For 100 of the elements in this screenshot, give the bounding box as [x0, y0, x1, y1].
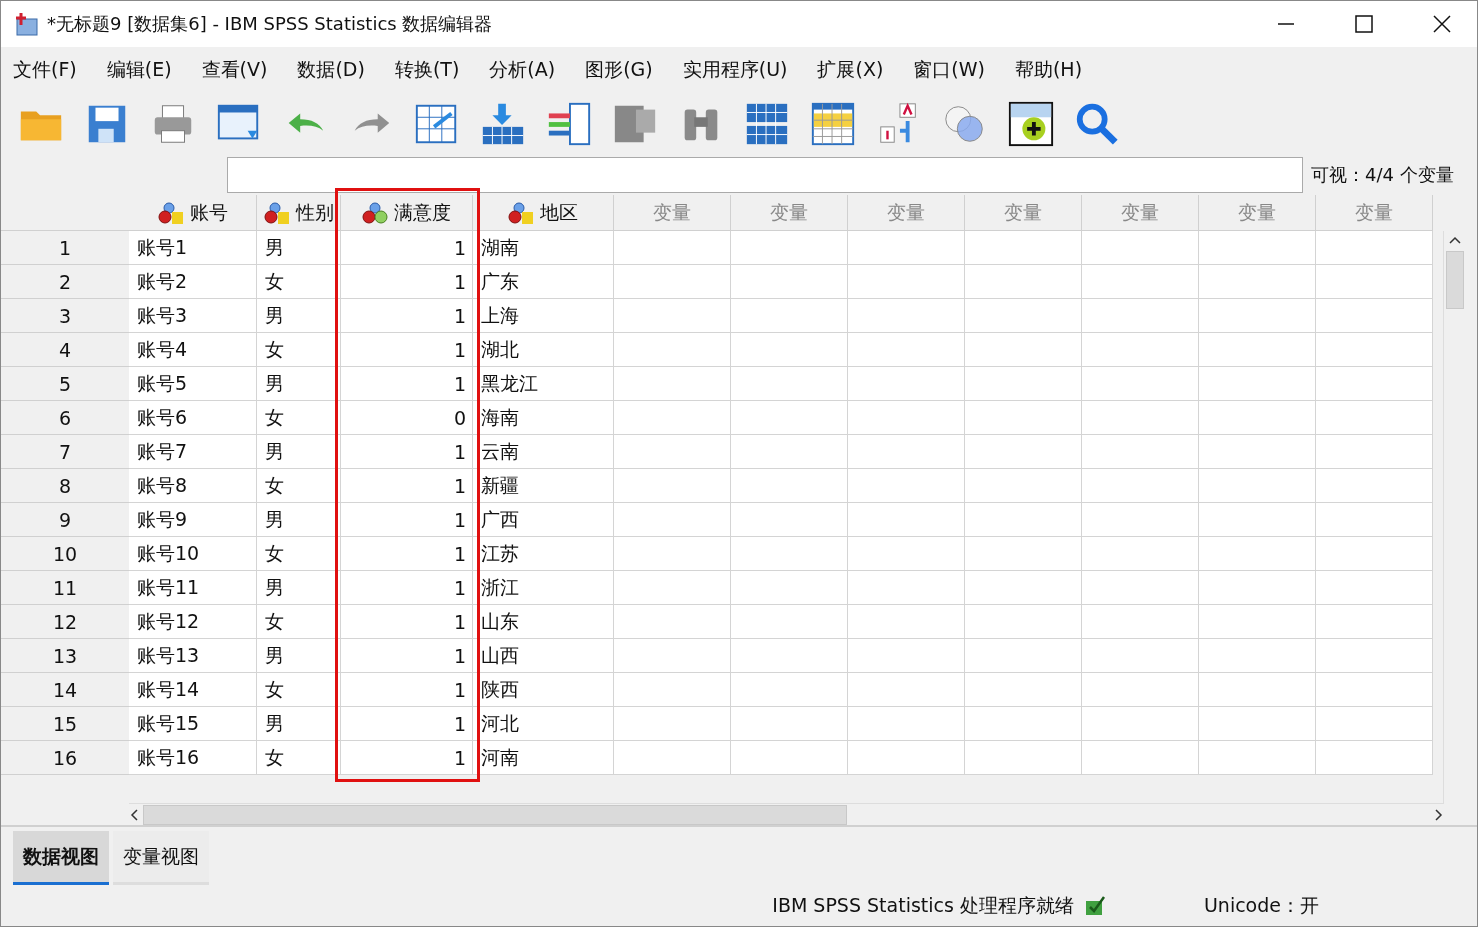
table-cell: 账号15 [129, 707, 257, 741]
visible-variables-text: 可视：4/4 个变量 [1311, 163, 1454, 187]
nominal-variable-icon [157, 200, 184, 225]
table-cell: 陕西 [473, 673, 614, 707]
table-cell: 1 [341, 231, 473, 265]
column-name: 变量 [1355, 199, 1393, 225]
table-cell: 账号14 [129, 673, 257, 707]
table-cell: 女 [257, 333, 341, 367]
view-tab[interactable]: 变量视图 [113, 831, 209, 885]
column-name: 变量 [653, 199, 691, 225]
scale-variable-icon [362, 200, 388, 225]
close-icon [1433, 15, 1451, 33]
scroll-right-icon[interactable] [1434, 807, 1444, 822]
table-cell: 女 [257, 265, 341, 299]
table-cell: 男 [257, 231, 341, 265]
table-cell: 男 [257, 639, 341, 673]
menu-item[interactable]: 查看(V) [201, 57, 268, 83]
menu-item[interactable]: 文件(F) [13, 57, 77, 83]
table-cell: 1 [341, 265, 473, 299]
table-cell: 1 [341, 503, 473, 537]
nominal-variable-icon [508, 200, 534, 225]
table-cell: 新疆 [473, 469, 614, 503]
window-title: *无标题9 [数据集6] - IBM SPSS Statistics 数据编辑器 [47, 12, 494, 36]
status-message: IBM SPSS Statistics 处理程序就绪 [772, 892, 1074, 918]
table-cell: 账号9 [129, 503, 257, 537]
menu-item[interactable]: 转换(T) [394, 57, 460, 83]
view-tab[interactable]: 数据视图 [13, 831, 109, 885]
menu-item[interactable]: 扩展(X) [817, 57, 884, 83]
table-cell: 1 [341, 299, 473, 333]
table-cell: 男 [257, 367, 341, 401]
table-cell: 江苏 [473, 537, 614, 571]
column-name: 满意度 [394, 199, 451, 225]
table-cell: 账号16 [129, 741, 257, 775]
table-cell: 女 [257, 469, 341, 503]
menu-item[interactable]: 实用程序(U) [682, 57, 788, 83]
scroll-up-icon[interactable] [1447, 235, 1462, 245]
table-cell: 男 [257, 571, 341, 605]
scroll-thumb[interactable] [1445, 251, 1464, 309]
menu-item[interactable]: 图形(G) [585, 57, 653, 83]
table-cell: 黑龙江 [473, 367, 614, 401]
minimize-icon [1277, 23, 1295, 25]
table-cell: 账号3 [129, 299, 257, 333]
maximize-icon [1355, 15, 1373, 33]
menu-item[interactable]: 窗口(W) [913, 57, 985, 83]
column-header[interactable]: 满意度 [341, 195, 473, 231]
column-header[interactable]: 账号 [129, 195, 257, 231]
menu-item[interactable]: 数据(D) [297, 57, 365, 83]
table-cell: 账号13 [129, 639, 257, 673]
cell-editor-field[interactable] [227, 157, 1303, 193]
table-cell: 1 [341, 469, 473, 503]
table-cell: 广东 [473, 265, 614, 299]
table-cell: 浙江 [473, 571, 614, 605]
table-cell: 账号7 [129, 435, 257, 469]
column-header[interactable]: 性别 [257, 195, 341, 231]
table-cell: 湖北 [473, 333, 614, 367]
table-cell: 女 [257, 673, 341, 707]
table-cell: 账号10 [129, 537, 257, 571]
table-cell: 河南 [473, 741, 614, 775]
table-cell: 账号12 [129, 605, 257, 639]
column-name: 变量 [1121, 199, 1159, 225]
app-icon [13, 11, 39, 37]
scroll-left-icon[interactable] [129, 807, 139, 822]
menu-item[interactable]: 帮助(H) [1014, 57, 1083, 83]
column-name: 变量 [887, 199, 925, 225]
table-cell: 1 [341, 605, 473, 639]
menu-item[interactable]: 编辑(E) [106, 57, 172, 83]
table-cell: 1 [341, 571, 473, 605]
table-cell: 账号8 [129, 469, 257, 503]
table-cell: 山东 [473, 605, 614, 639]
column-name: 地区 [540, 199, 578, 225]
column-name: 账号 [189, 199, 228, 225]
table-cell: 男 [257, 707, 341, 741]
column-name: 变量 [1238, 199, 1276, 225]
table-cell: 账号2 [129, 265, 257, 299]
table-cell: 男 [257, 503, 341, 537]
table-cell: 湖南 [473, 231, 614, 265]
table-cell: 账号5 [129, 367, 257, 401]
column-name: 变量 [770, 199, 808, 225]
table-cell: 男 [257, 299, 341, 333]
table-cell: 账号4 [129, 333, 257, 367]
scroll-thumb[interactable] [143, 804, 847, 825]
column-name: 变量 [1004, 199, 1042, 225]
table-cell: 男 [257, 435, 341, 469]
column-name: 性别 [295, 199, 334, 225]
nominal-variable-icon [263, 200, 290, 225]
table-cell: 女 [257, 537, 341, 571]
table-cell: 女 [257, 605, 341, 639]
table-cell: 1 [341, 639, 473, 673]
table-cell: 河北 [473, 707, 614, 741]
table-cell: 1 [341, 537, 473, 571]
table-cell: 账号6 [129, 401, 257, 435]
table-cell: 1 [341, 707, 473, 741]
table-cell: 0 [341, 401, 473, 435]
menu-item[interactable]: 分析(A) [489, 57, 556, 83]
table-cell: 1 [341, 741, 473, 775]
ready-check-icon [1083, 894, 1108, 917]
table-cell: 账号11 [129, 571, 257, 605]
table-cell: 1 [341, 367, 473, 401]
column-header[interactable]: 地区 [473, 195, 614, 231]
table-cell: 1 [341, 435, 473, 469]
